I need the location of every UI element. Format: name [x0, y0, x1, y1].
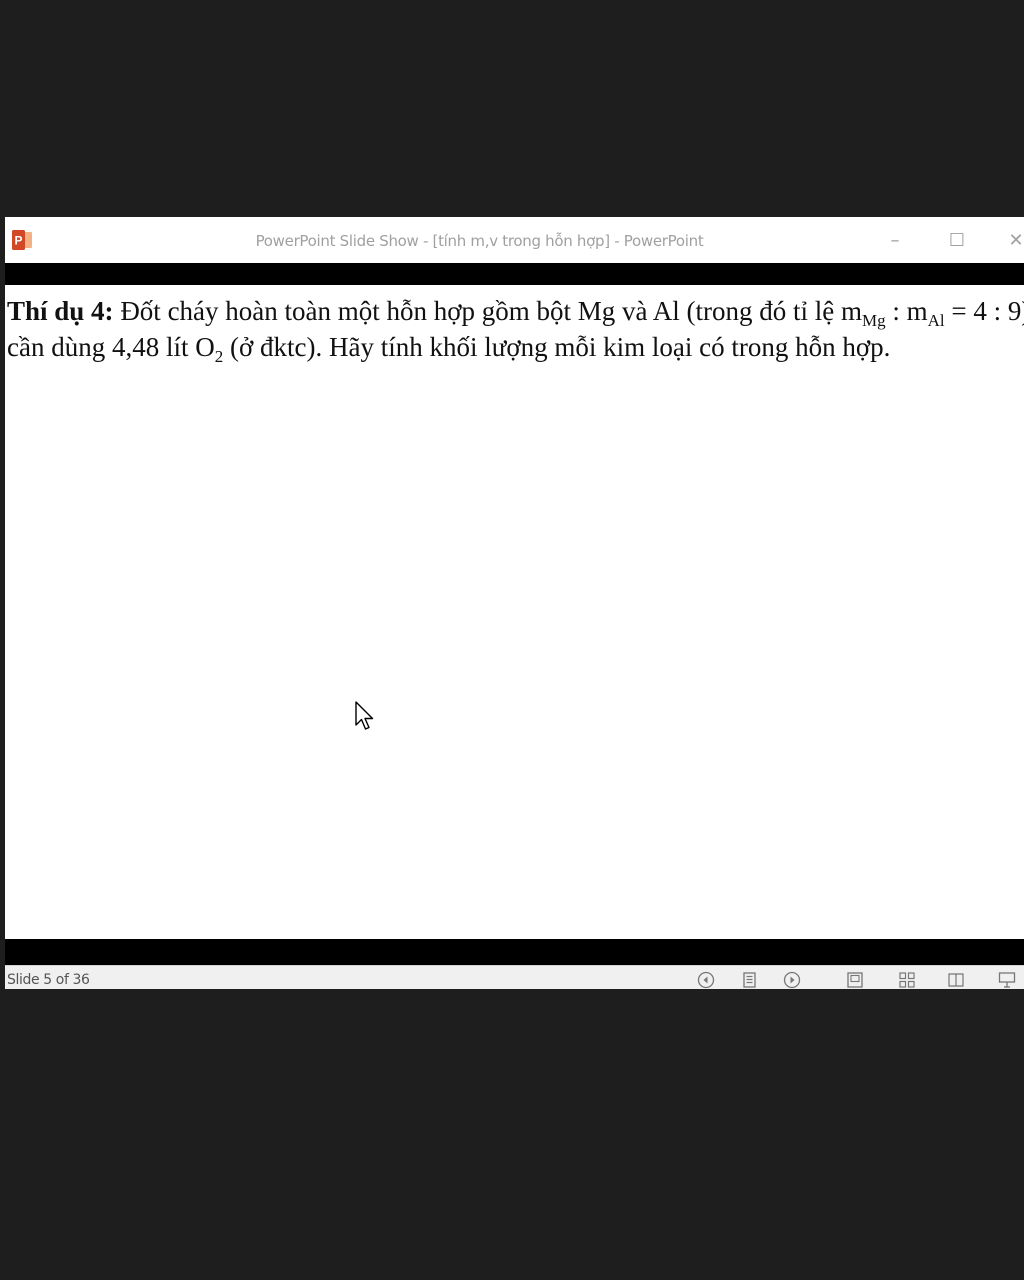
powerpoint-window: P PowerPoint Slide Show - [tính m,v tron…: [5, 217, 1024, 989]
subscript-2: 2: [214, 347, 224, 366]
title-bar: P PowerPoint Slide Show - [tính m,v tron…: [5, 217, 1024, 264]
reading-view-icon[interactable]: [947, 971, 965, 989]
slide-line-1: Thí dụ 4: Đốt cháy hoàn toàn một hỗn hợp…: [7, 293, 1024, 329]
close-button[interactable]: ✕: [1001, 225, 1024, 255]
line2-text-a: cần dùng 4,48 lít O: [7, 332, 215, 362]
line1-text-a: Đốt cháy hoàn toàn một hỗn hợp gồm bột M…: [113, 296, 863, 326]
line1-text-b: : m: [885, 296, 928, 326]
slide-body-text: Thí dụ 4: Đốt cháy hoàn toàn một hỗn hợp…: [7, 293, 1024, 365]
subscript-al: Al: [927, 311, 945, 330]
example-label: Thí dụ 4:: [7, 296, 114, 326]
normal-view-icon[interactable]: [846, 971, 864, 989]
previous-icon[interactable]: [697, 971, 715, 989]
mouse-cursor-icon: [355, 701, 374, 730]
next-icon[interactable]: [783, 971, 801, 989]
status-bar: Slide 5 of 36: [5, 965, 1024, 989]
slide-letterbox-top: [5, 263, 1024, 285]
slide-canvas[interactable]: Thí dụ 4: Đốt cháy hoàn toàn một hỗn hợp…: [5, 285, 1024, 939]
slide-show-icon[interactable]: [998, 971, 1016, 989]
minimize-button[interactable]: –: [880, 225, 910, 255]
subscript-mg: Mg: [862, 311, 886, 330]
slide-menu-icon[interactable]: [741, 971, 759, 989]
slide-letterbox-bottom: [5, 939, 1024, 965]
window-title: PowerPoint Slide Show - [tính m,v trong …: [255, 232, 704, 250]
line1-text-c: = 4 : 9): [944, 296, 1024, 326]
slide-sorter-icon[interactable]: [898, 971, 916, 989]
line2-text-b: (ở đktc). Hãy tính khối lượng mỗi kim lo…: [223, 332, 891, 362]
slide-line-2: cần dùng 4,48 lít O2 (ở đktc). Hãy tính …: [7, 329, 1024, 365]
slide-counter: Slide 5 of 36: [7, 972, 90, 988]
maximize-button[interactable]: ☐: [942, 225, 972, 255]
